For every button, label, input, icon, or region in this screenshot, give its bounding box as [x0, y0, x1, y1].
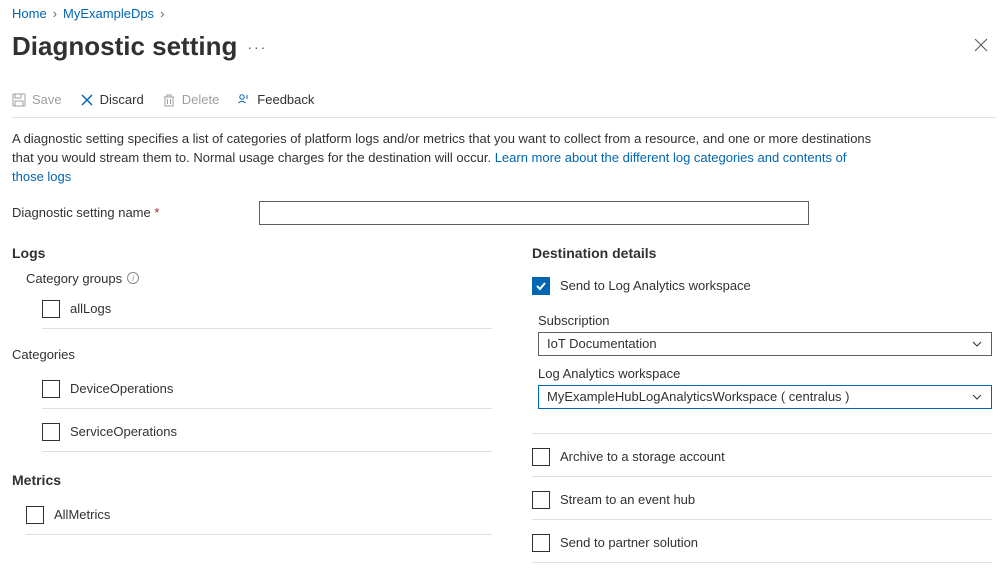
save-button[interactable]: Save — [12, 92, 62, 107]
chevron-down-icon — [971, 391, 983, 403]
subscription-select[interactable]: IoT Documentation — [538, 332, 992, 356]
description-text: A diagnostic setting specifies a list of… — [12, 118, 872, 201]
breadcrumb-resource[interactable]: MyExampleDps — [63, 6, 154, 21]
breadcrumb-home[interactable]: Home — [12, 6, 47, 21]
discard-label: Discard — [100, 92, 144, 107]
header: Diagnostic setting ··· — [12, 31, 996, 86]
storage-account-destination: Archive to a storage account — [532, 440, 992, 477]
category-groups-heading: Category groups i — [26, 271, 492, 286]
logs-metrics-column: Logs Category groups i allLogs Categorie… — [12, 245, 492, 563]
name-label: Diagnostic setting name * — [12, 205, 159, 220]
discard-icon — [80, 93, 94, 107]
all-logs-checkbox[interactable] — [42, 300, 60, 318]
storage-account-label: Archive to a storage account — [560, 449, 725, 464]
save-label: Save — [32, 92, 62, 107]
page-title: Diagnostic setting — [12, 31, 237, 62]
all-logs-label: allLogs — [70, 301, 111, 316]
event-hub-checkbox[interactable] — [532, 491, 550, 509]
toolbar: Save Discard Delete Feedback — [12, 86, 996, 118]
workspace-select[interactable]: MyExampleHubLogAnalyticsWorkspace ( cent… — [538, 385, 992, 409]
delete-button[interactable]: Delete — [162, 92, 220, 107]
chevron-down-icon — [971, 338, 983, 350]
subscription-value: IoT Documentation — [547, 336, 657, 351]
event-hub-label: Stream to an event hub — [560, 492, 695, 507]
partner-solution-label: Send to partner solution — [560, 535, 698, 550]
categories-heading: Categories — [12, 347, 492, 362]
discard-button[interactable]: Discard — [80, 92, 144, 107]
subscription-label: Subscription — [538, 313, 992, 328]
workspace-label: Log Analytics workspace — [538, 366, 992, 381]
device-operations-row: DeviceOperations — [42, 372, 492, 409]
feedback-button[interactable]: Feedback — [237, 92, 314, 107]
log-analytics-label: Send to Log Analytics workspace — [560, 278, 751, 293]
chevron-right-icon: › — [53, 6, 57, 21]
device-operations-label: DeviceOperations — [70, 381, 173, 396]
workspace-value: MyExampleHubLogAnalyticsWorkspace ( cent… — [547, 389, 850, 404]
service-operations-checkbox[interactable] — [42, 423, 60, 441]
service-operations-label: ServiceOperations — [70, 424, 177, 439]
diagnostic-setting-name-input[interactable] — [259, 201, 809, 225]
chevron-right-icon: › — [160, 6, 164, 21]
device-operations-checkbox[interactable] — [42, 380, 60, 398]
info-icon[interactable]: i — [127, 272, 139, 284]
partner-solution-checkbox[interactable] — [532, 534, 550, 552]
delete-label: Delete — [182, 92, 220, 107]
more-actions-button[interactable]: ··· — [247, 39, 267, 55]
all-metrics-label: AllMetrics — [54, 507, 110, 522]
event-hub-destination: Stream to an event hub — [532, 483, 992, 520]
all-metrics-row: AllMetrics — [26, 498, 492, 535]
close-button[interactable] — [966, 32, 996, 61]
all-logs-row: allLogs — [42, 292, 492, 329]
log-analytics-destination: Send to Log Analytics workspace Subscrip… — [532, 271, 992, 434]
feedback-icon — [237, 93, 251, 107]
delete-icon — [162, 93, 176, 107]
metrics-heading: Metrics — [12, 472, 492, 488]
feedback-label: Feedback — [257, 92, 314, 107]
service-operations-row: ServiceOperations — [42, 415, 492, 452]
all-metrics-checkbox[interactable] — [26, 506, 44, 524]
destination-details-heading: Destination details — [532, 245, 992, 261]
storage-account-checkbox[interactable] — [532, 448, 550, 466]
logs-heading: Logs — [12, 245, 492, 261]
save-icon — [12, 93, 26, 107]
log-analytics-checkbox[interactable] — [532, 277, 550, 295]
partner-solution-destination: Send to partner solution — [532, 526, 992, 563]
close-icon — [974, 38, 988, 52]
destination-column: Destination details Send to Log Analytic… — [532, 245, 992, 563]
breadcrumb: Home › MyExampleDps › — [12, 2, 996, 31]
name-field-row: Diagnostic setting name * — [12, 201, 996, 225]
